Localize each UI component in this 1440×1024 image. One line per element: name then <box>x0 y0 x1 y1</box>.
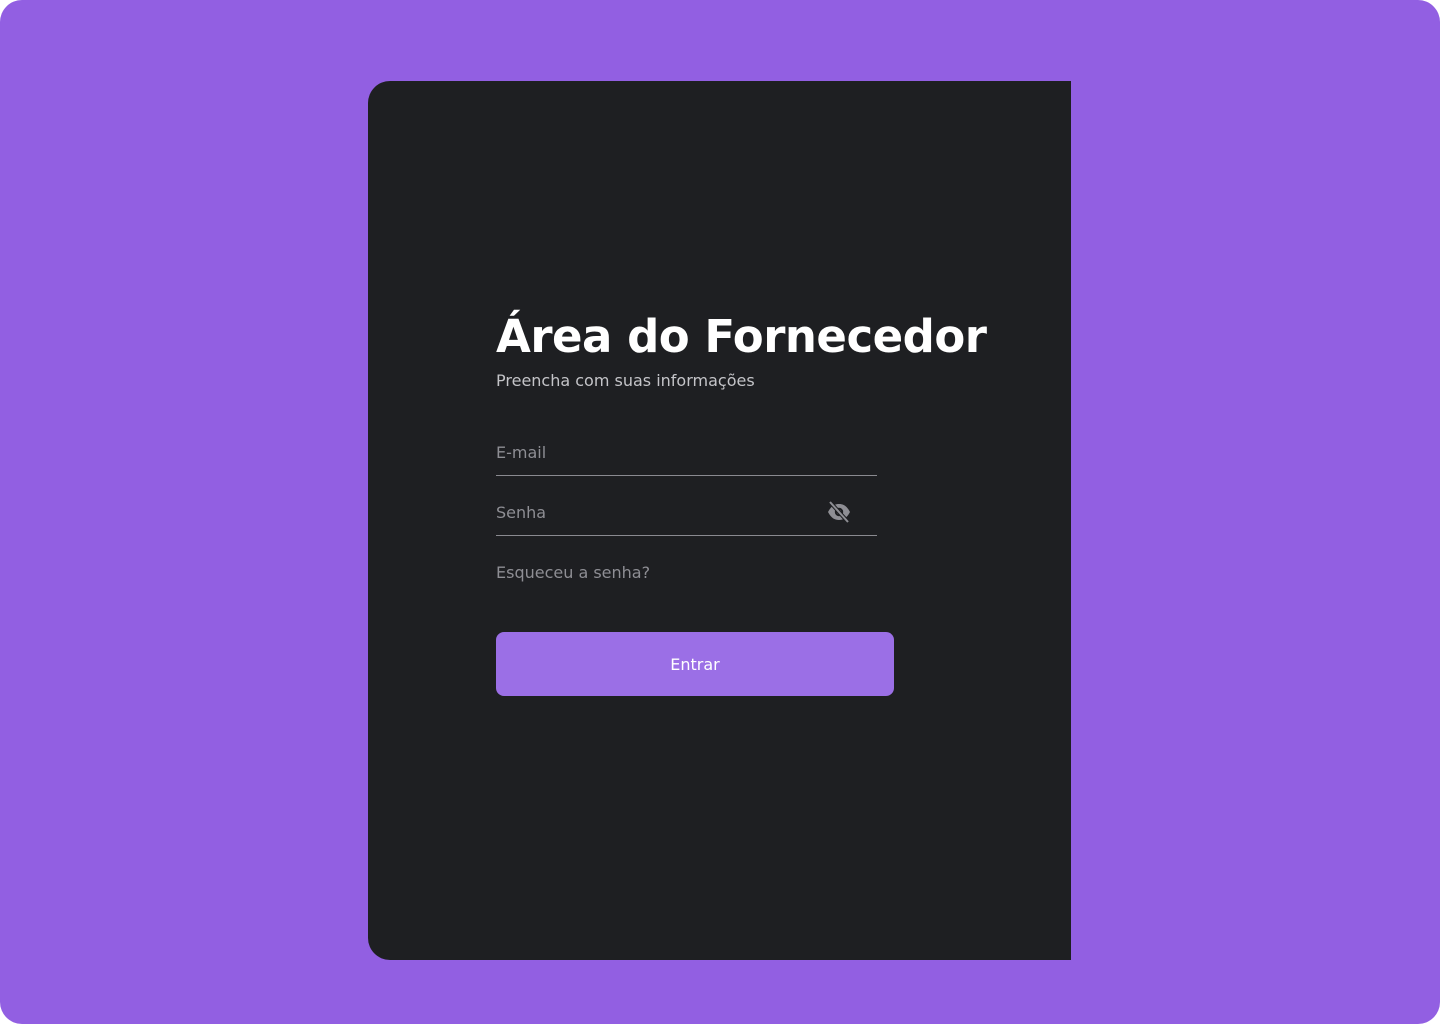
login-card: Área do Fornecedor Preencha com suas inf… <box>368 81 1071 960</box>
page-title: Área do Fornecedor <box>496 310 987 363</box>
email-input[interactable] <box>496 438 816 466</box>
login-button[interactable]: Entrar <box>496 632 894 696</box>
password-field-container <box>496 486 877 536</box>
email-field-container <box>496 426 877 476</box>
eye-off-icon[interactable] <box>826 500 852 524</box>
password-input[interactable] <box>496 498 816 526</box>
page-subtitle: Preencha com suas informações <box>496 371 755 390</box>
page-background: Área do Fornecedor Preencha com suas inf… <box>0 0 1440 1024</box>
forgot-password-link[interactable]: Esqueceu a senha? <box>496 562 650 584</box>
